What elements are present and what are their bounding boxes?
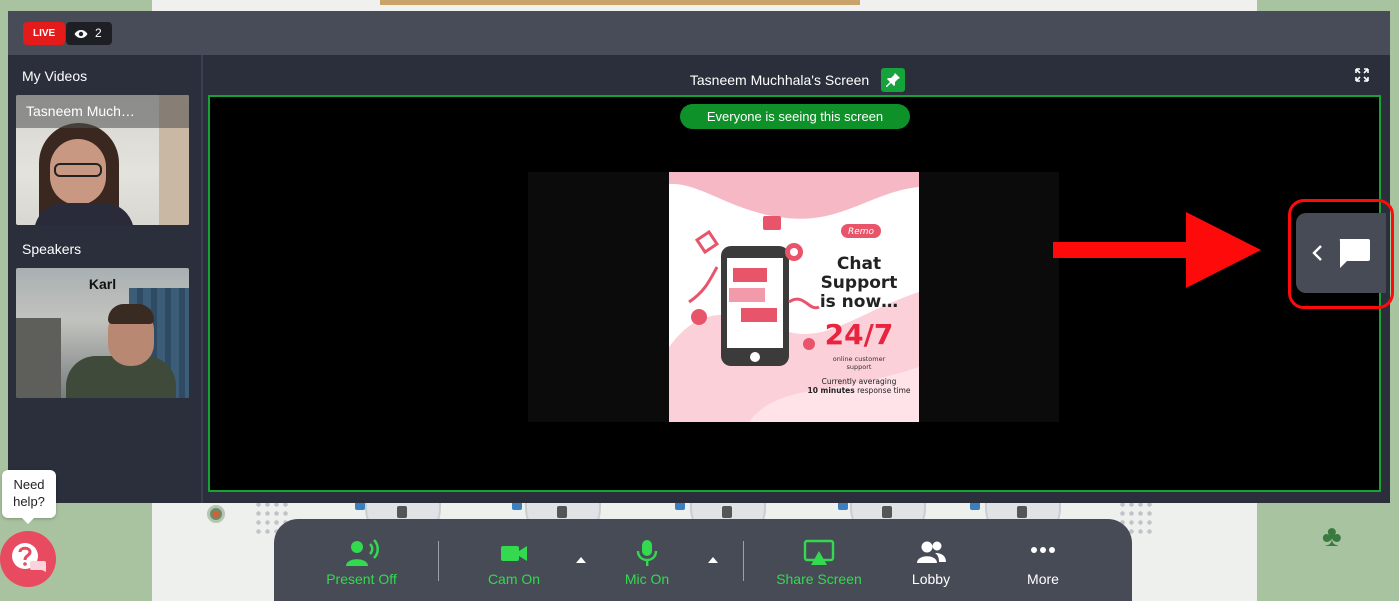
mic-label: Mic On bbox=[624, 571, 670, 587]
participant-glasses bbox=[54, 163, 102, 177]
video-backdrop bbox=[16, 318, 61, 398]
toolbar-divider bbox=[438, 541, 439, 581]
floor-chair bbox=[838, 502, 848, 510]
slide-brand: Remo bbox=[848, 227, 875, 237]
floor-chair bbox=[675, 502, 685, 510]
slide-foot-2: 10 minutes response time bbox=[807, 386, 910, 395]
my-videos-heading: My Videos bbox=[22, 68, 88, 84]
share-screen-button[interactable]: Share Screen bbox=[769, 539, 869, 587]
present-icon bbox=[345, 539, 379, 566]
speaker-video-tile[interactable]: Karl bbox=[16, 268, 189, 398]
live-badge: LIVE bbox=[23, 22, 66, 45]
slide-foot-rest: response time bbox=[855, 386, 911, 395]
speakers-heading: Speakers bbox=[22, 241, 82, 257]
participant-hair bbox=[108, 304, 154, 324]
screen-title: Tasneem Muchhala's Screen bbox=[689, 72, 870, 88]
cam-label: Cam On bbox=[487, 571, 541, 587]
pin-screen-button[interactable] bbox=[881, 68, 906, 92]
need-help-tooltip: Need help? bbox=[2, 470, 56, 524]
help-line-1: Need bbox=[13, 477, 45, 492]
red-arrow-annotation bbox=[1053, 212, 1261, 288]
fullscreen-icon[interactable] bbox=[1354, 67, 1370, 83]
help-line-2: help? bbox=[13, 494, 45, 509]
floor-chair bbox=[512, 502, 522, 510]
shared-screen-frame: Everyone is seeing this screen Remo Chat… bbox=[208, 95, 1381, 492]
share-screen-icon bbox=[803, 539, 835, 565]
lobby-label: Lobby bbox=[911, 571, 951, 587]
microphone-icon bbox=[636, 540, 658, 566]
floor-pin-icon bbox=[207, 505, 225, 523]
clover-icon: ♣ bbox=[1322, 520, 1342, 553]
toolbar-divider bbox=[743, 541, 744, 581]
screen-title-bar: Tasneem Muchhala's Screen bbox=[205, 68, 1390, 92]
share-screen-label: Share Screen bbox=[776, 571, 862, 587]
eye-icon bbox=[74, 29, 88, 38]
camera-icon bbox=[501, 546, 527, 561]
lobby-button[interactable]: Lobby bbox=[896, 539, 966, 587]
present-button[interactable]: Present Off bbox=[314, 539, 409, 587]
slide-headline-3: is now… bbox=[820, 292, 898, 312]
speaker-name: Karl bbox=[88, 276, 117, 292]
viewer-count-badge: 2 bbox=[66, 22, 112, 45]
pin-icon bbox=[886, 73, 901, 87]
floor-wall bbox=[380, 0, 860, 5]
cam-button[interactable]: Cam On bbox=[474, 539, 554, 587]
slide-headline-1: Chat bbox=[837, 254, 881, 274]
slide-foot-bold: 10 minutes bbox=[807, 386, 855, 395]
video-sidebar: My Videos Tasneem Much… Speakers Karl bbox=[8, 55, 203, 503]
more-button[interactable]: More bbox=[1008, 539, 1078, 587]
slide-headline-2: Support bbox=[821, 273, 898, 293]
slide-artwork: Remo Chat Support is now… 24/7 online cu… bbox=[669, 172, 919, 422]
slide-foot-1: Currently averaging bbox=[822, 377, 897, 386]
floor-chair bbox=[970, 502, 980, 510]
my-video-tile[interactable]: Tasneem Much… bbox=[16, 95, 189, 225]
more-label: More bbox=[1027, 571, 1059, 587]
slide-sub-2: support bbox=[847, 363, 872, 371]
cam-options-caret[interactable] bbox=[576, 557, 586, 563]
shared-content: Remo Chat Support is now… 24/7 online cu… bbox=[528, 172, 1059, 422]
help-chat-icon bbox=[12, 543, 46, 572]
slide-big-number: 24/7 bbox=[825, 318, 894, 351]
bottom-toolbar: Present Off Cam On Mic On Share Screen L… bbox=[274, 519, 1132, 601]
everyone-seeing-pill: Everyone is seeing this screen bbox=[680, 104, 910, 129]
floor-chair bbox=[355, 502, 365, 510]
present-label: Present Off bbox=[326, 571, 397, 587]
mic-button[interactable]: Mic On bbox=[612, 539, 682, 587]
help-button[interactable] bbox=[0, 531, 56, 587]
chat-support-slide: Remo Chat Support is now… 24/7 online cu… bbox=[669, 172, 919, 422]
mic-options-caret[interactable] bbox=[708, 557, 718, 563]
viewer-count: 2 bbox=[95, 26, 102, 40]
more-dots-icon bbox=[1031, 547, 1055, 553]
lobby-people-icon bbox=[917, 541, 946, 563]
slide-sub-1: online customer bbox=[833, 355, 886, 363]
my-video-name: Tasneem Much… bbox=[16, 95, 189, 128]
chat-toggle-highlight-annotation bbox=[1288, 199, 1394, 309]
participant-body bbox=[34, 203, 134, 225]
panel-header: LIVE 2 bbox=[8, 11, 1390, 55]
